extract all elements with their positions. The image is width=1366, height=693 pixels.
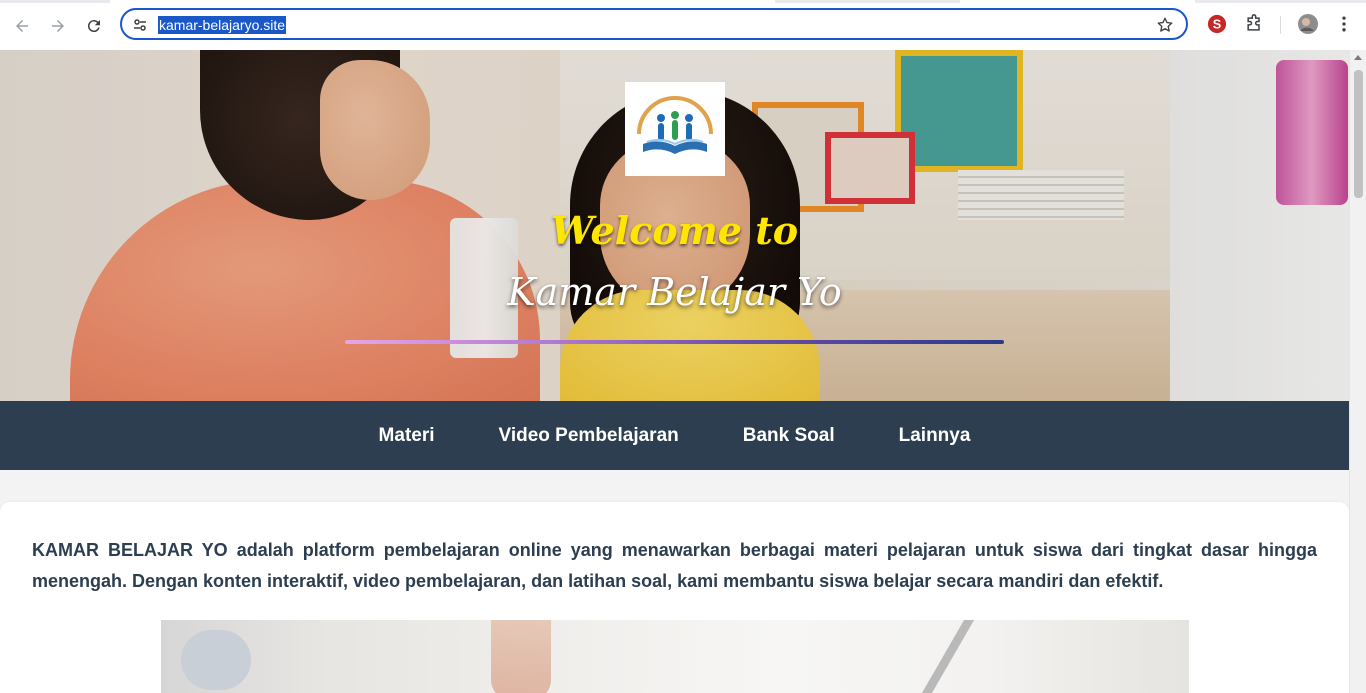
address-bar[interactable]: kamar-belajaryo.site — [120, 8, 1188, 40]
intro-photo — [161, 620, 1189, 693]
nav-item-lainnya[interactable]: Lainnya — [899, 425, 971, 447]
tab-strip — [0, 0, 1366, 3]
intro-paragraph: KAMAR BELAJAR YO adalah platform pembela… — [32, 535, 1317, 597]
site-title: Kamar Belajar Yo — [507, 270, 842, 314]
intro-card: KAMAR BELAJAR YO adalah platform pembela… — [0, 502, 1349, 693]
scrollbar-thumb[interactable] — [1354, 70, 1363, 198]
intro-brand: KAMAR BELAJAR YO — [32, 540, 228, 560]
browser-toolbar: kamar-belajaryo.site S — [0, 0, 1366, 51]
page-viewport: Welcome to Kamar Belajar Yo Materi Video… — [0, 50, 1349, 693]
reload-icon[interactable] — [80, 12, 108, 40]
toolbar-separator — [1280, 16, 1281, 34]
extensions-puzzle-icon[interactable] — [1243, 13, 1265, 35]
url-text[interactable]: kamar-belajaryo.site — [158, 16, 287, 34]
welcome-heading: Welcome to — [550, 208, 799, 253]
main-nav: Materi Video Pembelajaran Bank Soal Lain… — [0, 401, 1349, 470]
profile-avatar[interactable] — [1297, 13, 1319, 35]
book-readers-logo — [637, 96, 713, 154]
hero-divider — [345, 340, 1004, 344]
back-icon[interactable] — [8, 12, 36, 40]
nav-item-video-pembelajaran[interactable]: Video Pembelajaran — [499, 425, 679, 447]
more-menu-icon[interactable] — [1333, 13, 1355, 35]
nav-item-bank-soal[interactable]: Bank Soal — [743, 425, 835, 447]
hero-banner: Welcome to Kamar Belajar Yo — [0, 50, 1349, 401]
page-scrollbar[interactable] — [1349, 50, 1366, 693]
scroll-up-icon[interactable] — [1354, 55, 1362, 60]
svg-text:S: S — [1213, 17, 1221, 32]
forward-icon[interactable] — [44, 12, 72, 40]
site-info-icon[interactable] — [132, 17, 148, 33]
site-logo[interactable] — [625, 82, 725, 176]
nav-item-materi[interactable]: Materi — [379, 425, 435, 447]
extension-s-icon[interactable]: S — [1206, 13, 1228, 35]
bookmark-star-icon[interactable] — [1156, 16, 1174, 34]
